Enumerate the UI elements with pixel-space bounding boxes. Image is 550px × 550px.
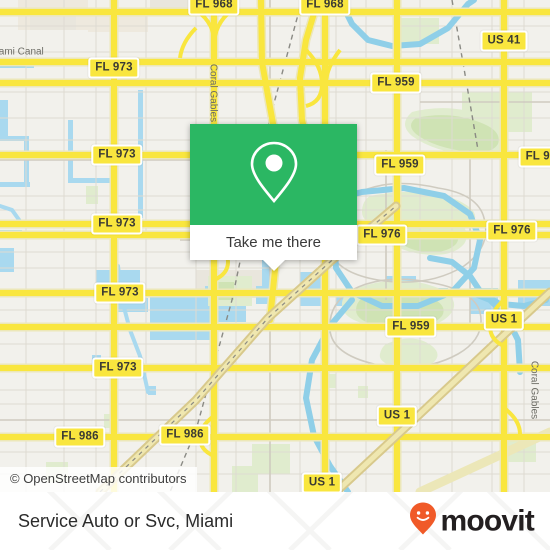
map-page: FL 968 FL 968 US 41 FL 973 FL 959 FL 973… [0,0,550,550]
road-shield: FL 976 [356,224,408,246]
road-shield: FL 973 [92,357,144,379]
road-shield: FL 976 [486,220,538,242]
road-shield: US 1 [301,472,343,492]
road-shield: FL 95 [518,146,550,168]
moovit-logo[interactable]: moovit [409,502,535,541]
page-title: Service Auto or Svc, Miami [18,511,234,531]
popup-tail-icon [262,260,285,271]
road-shield: FL 986 [54,426,106,448]
osm-attribution[interactable]: © OpenStreetMap contributors [0,467,197,492]
road-shield: FL 959 [385,316,437,338]
map-canvas[interactable]: FL 968 FL 968 US 41 FL 973 FL 959 FL 973… [0,0,550,492]
road-shield: US 1 [376,405,418,427]
moovit-pin-icon [409,502,437,541]
road-shield: FL 959 [374,154,426,176]
road-shield: FL 968 [299,0,351,16]
road-shield: FL 973 [94,282,146,304]
popup-header [190,124,357,225]
take-me-there-label: Take me there [225,233,322,251]
road-shield: US 41 [480,30,528,52]
road-shield: FL 973 [91,144,143,166]
road-shield: FL 986 [159,424,211,446]
moovit-wordmark: moovit [440,504,534,537]
place-label: Miami Canal [0,46,44,58]
place-label: Coral Gables [207,63,219,123]
road-shield: FL 973 [88,57,140,79]
popup-footer[interactable]: Take me there [190,225,357,271]
map-pin-icon [246,137,302,212]
road-shield: FL 973 [91,213,143,235]
road-shield: FL 959 [370,72,422,94]
road-shield: US 1 [483,309,525,331]
footer-bar: Service Auto or Svc, Miami moovit [0,492,550,550]
location-popup[interactable]: Take me there [190,124,357,271]
road-shield: FL 968 [188,0,240,16]
place-label: Coral Gables [528,360,540,420]
